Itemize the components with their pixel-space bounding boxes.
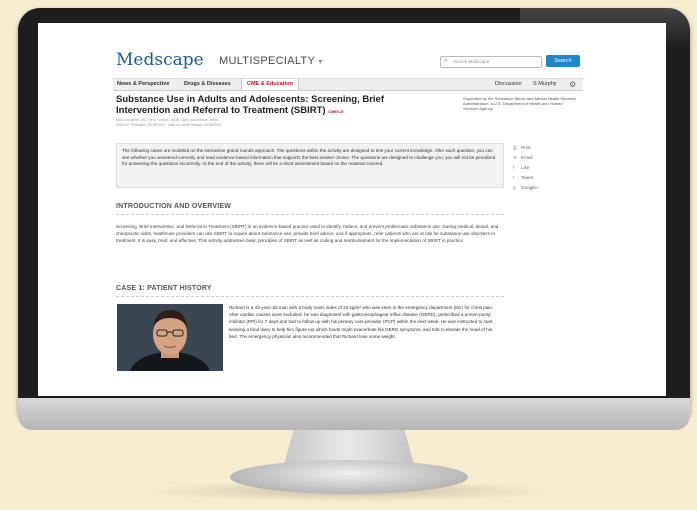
- print-icon: ⎙: [513, 145, 517, 150]
- share-label: Print: [521, 145, 531, 150]
- share-label: Google+: [521, 185, 539, 190]
- patient-photo: [117, 304, 223, 371]
- main-nav: News & Perspective Drugs & Diseases CME …: [113, 78, 583, 91]
- search-placeholder: Search Medscape: [453, 59, 490, 64]
- monitor-chin: [18, 398, 690, 430]
- logo-text: Medscape: [116, 50, 204, 70]
- release-line: CME/CE Released: 08/18/2014 ; Valid for …: [116, 122, 222, 127]
- webpage: Medscape MULTISPECIALTY ▾ ⚲ Search Medsc…: [113, 23, 583, 396]
- section-heading: CASE 1: PATIENT HISTORY: [116, 285, 212, 292]
- search-icon: ⚲: [444, 58, 448, 64]
- monitor-base: [230, 460, 468, 494]
- chevron-down-icon: ▾: [318, 57, 323, 66]
- share-print[interactable]: ⎙ Print: [513, 143, 581, 153]
- twitter-icon: t: [513, 175, 515, 180]
- cme-badge: CME/CE: [328, 109, 344, 114]
- case-paragraph: Richard is a 43-year old man with a body…: [229, 305, 494, 339]
- tab-news[interactable]: News & Perspective: [117, 79, 169, 90]
- facebook-icon: f: [513, 165, 515, 170]
- article-title: Substance Use in Adults and Adolescents:…: [116, 94, 416, 117]
- share-label: Tweet: [521, 175, 534, 180]
- section-dropdown[interactable]: MULTISPECIALTY ▾: [219, 55, 323, 67]
- medscape-logo[interactable]: Medscape: [116, 50, 204, 70]
- patient-photo-image: [117, 304, 223, 371]
- share-email[interactable]: ✉ Email: [513, 153, 581, 163]
- search-input[interactable]: ⚲ Search Medscape: [440, 56, 542, 68]
- article-meta: Mark Anzalone, MD; Kent Forman, MSW; Mar…: [116, 118, 416, 127]
- supporter-note: Supported by the Substance Abuse and Men…: [463, 96, 576, 111]
- share-tweet[interactable]: t Tweet: [513, 173, 581, 183]
- section-heading: INTRODUCTION AND OVERVIEW: [116, 203, 232, 210]
- search-button[interactable]: Search: [546, 55, 580, 67]
- screen: Medscape MULTISPECIALTY ▾ ⚲ Search Medsc…: [38, 23, 666, 396]
- intro-paragraph: Screening, Brief Intervention, and Refer…: [116, 224, 499, 243]
- discussion-link[interactable]: Discussion: [495, 79, 522, 90]
- share-label: Email: [521, 155, 533, 160]
- share-panel: ⎙ Print ✉ Email f Like t Tweet g Google+: [513, 143, 581, 193]
- tab-drugs[interactable]: Drugs & Diseases: [184, 79, 231, 90]
- share-google[interactable]: g Google+: [513, 183, 581, 193]
- google-plus-icon: g: [513, 185, 516, 190]
- email-icon: ✉: [513, 155, 517, 160]
- section-label: MULTISPECIALTY: [219, 55, 315, 67]
- divider: [116, 296, 504, 297]
- user-menu[interactable]: S Murphy: [533, 79, 557, 90]
- gear-icon[interactable]: ⚙: [569, 80, 576, 89]
- divider: [116, 214, 504, 215]
- share-label: Like: [521, 165, 530, 170]
- tab-cme[interactable]: CME & Education: [241, 79, 299, 90]
- share-like[interactable]: f Like: [513, 163, 581, 173]
- intro-box: The following cases are modeled on the i…: [116, 143, 504, 188]
- site-header: Medscape MULTISPECIALTY ▾ ⚲ Search Medsc…: [113, 50, 583, 70]
